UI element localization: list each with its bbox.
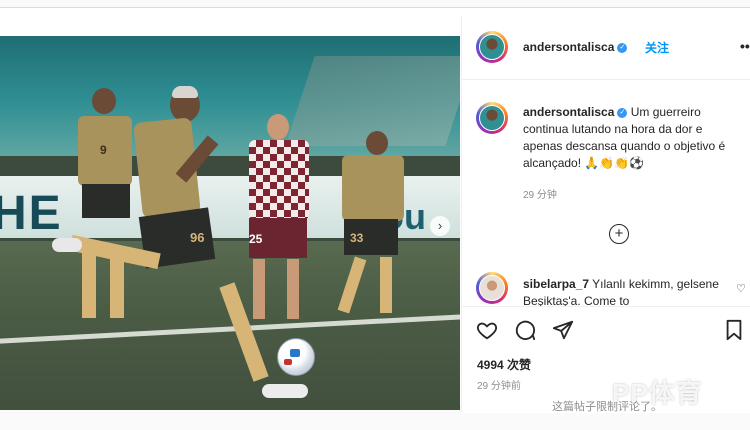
post-side-panel: andersontalisca✓ 关注 ••• andersontalisca✓… <box>461 16 750 413</box>
caption-username[interactable]: andersontalisca <box>523 105 614 119</box>
post-timestamp[interactable]: 29 分钟前 <box>477 377 521 392</box>
post-photo[interactable]: HE fcou 9 25 33 <box>0 36 460 410</box>
caption-timestamp[interactable]: 29 分钟 <box>523 186 557 201</box>
plus-circle-icon[interactable]: + <box>609 224 629 244</box>
jersey-number: 96 <box>190 230 205 245</box>
heart-icon[interactable] <box>476 319 498 345</box>
pp-sports-watermark: PP体育 <box>612 378 703 408</box>
comment-item: sibelarpa_7 Yılanlı kekimm, gelsene Beşi… <box>523 276 733 306</box>
jersey-number: 33 <box>350 231 364 245</box>
comment-heart-icon[interactable]: ♡ <box>736 282 746 295</box>
paper-plane-icon[interactable] <box>552 319 574 345</box>
post-caption: andersontalisca ✓ Um guerreiro continua l… <box>523 104 745 172</box>
post-header: andersontalisca✓ 关注 ••• <box>462 16 750 80</box>
football <box>277 338 315 376</box>
caption-avatar[interactable] <box>476 102 508 134</box>
verified-badge-icon: ✓ <box>617 42 628 53</box>
more-options-icon[interactable]: ••• <box>740 38 750 54</box>
player-yellow-right: 33 <box>320 131 410 331</box>
bookmark-icon[interactable] <box>724 319 744 345</box>
comment-username[interactable]: sibelarpa_7 <box>523 277 589 291</box>
follow-button[interactable]: 关注 <box>645 39 669 56</box>
avatar[interactable] <box>476 31 508 63</box>
comment-avatar[interactable] <box>476 272 508 304</box>
header-username[interactable]: andersontalisca ✓ <box>523 40 628 54</box>
verified-badge-icon: ✓ <box>617 107 628 118</box>
carousel-next-button[interactable]: › <box>430 216 450 236</box>
action-bar: 4994 次赞 29 分钟前 <box>462 306 750 413</box>
comment-icon[interactable] <box>514 319 536 345</box>
player-main-talisca: 96 <box>50 84 310 398</box>
likes-count[interactable]: 4994 次赞 <box>477 356 531 373</box>
post-card: HE fcou 9 25 33 <box>0 7 750 413</box>
